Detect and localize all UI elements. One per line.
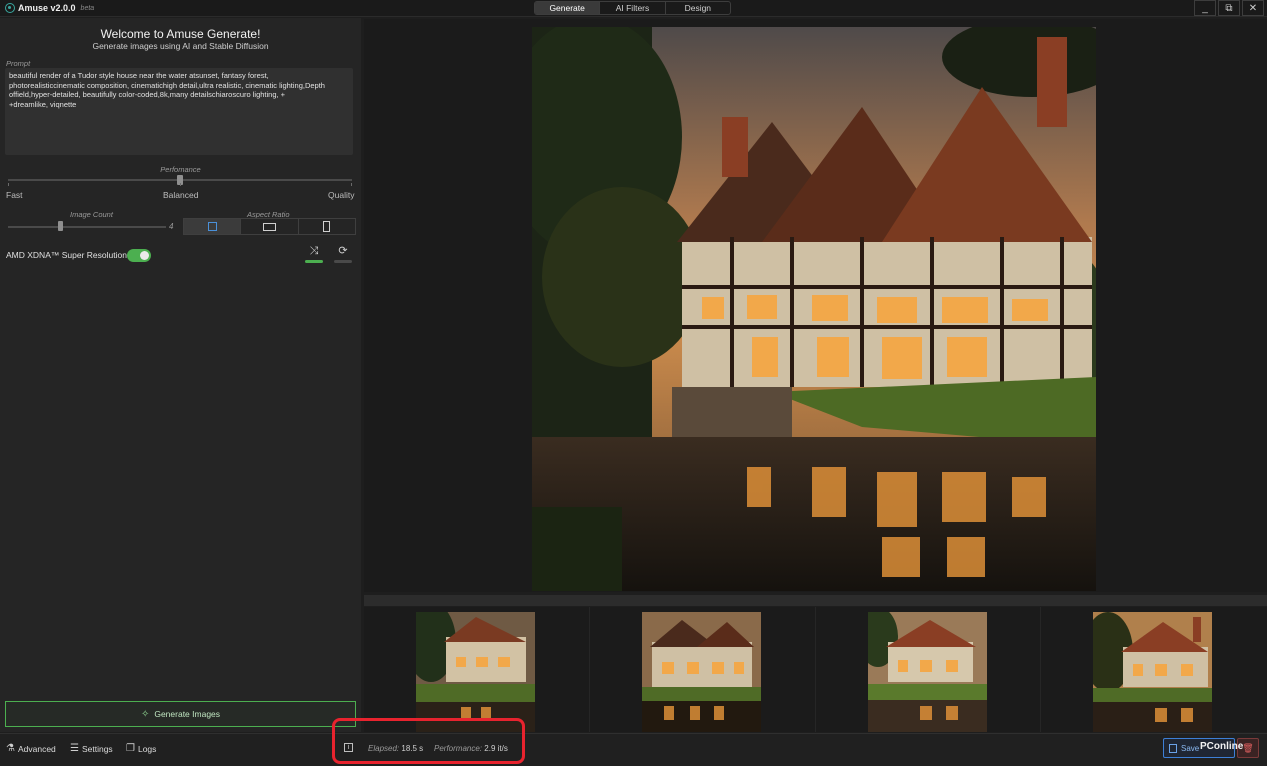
welcome-subtitle: Generate images using AI and Stable Diff… bbox=[92, 41, 269, 51]
prompt-input[interactable]: beautiful render of a Tudor style house … bbox=[5, 68, 353, 155]
logs-label: Logs bbox=[137, 743, 157, 754]
thumbnail-cell bbox=[590, 607, 816, 732]
save-icon bbox=[1169, 743, 1177, 753]
magic-wand-icon: ✧ bbox=[140, 708, 150, 720]
reset-seed-button[interactable]: ⟳ bbox=[333, 245, 353, 263]
restore-button[interactable]: ⧉ bbox=[1218, 0, 1240, 16]
app-name: Amuse v2.0.0 bbox=[18, 3, 76, 13]
aspect-square-button[interactable] bbox=[184, 219, 242, 234]
beta-badge: beta bbox=[80, 4, 95, 12]
thumbnail-image-3[interactable] bbox=[867, 612, 987, 732]
tudor-house-render bbox=[532, 27, 1096, 591]
advanced-button[interactable]: ⚗ Advanced bbox=[6, 743, 56, 754]
logs-icon: ❐ bbox=[126, 743, 135, 754]
generate-images-label: Generate Images bbox=[154, 709, 221, 719]
generate-settings-panel: Welcome to Amuse Generate! Generate imag… bbox=[0, 18, 361, 732]
thumbnail-render bbox=[641, 612, 761, 732]
preview-divider[interactable] bbox=[364, 595, 1267, 606]
landscape-icon bbox=[262, 222, 276, 231]
thumbnail-cell bbox=[816, 607, 1042, 732]
performance-tick-balanced: Balanced bbox=[163, 190, 199, 200]
prompt-line: beautiful render of a Tudor style house … bbox=[9, 71, 269, 80]
mode-tabs: Generate AI Filters Design bbox=[534, 1, 731, 15]
performance-label: Perfomance bbox=[160, 165, 201, 174]
aspect-ratio-selector bbox=[183, 218, 356, 235]
super-resolution-label: AMD XDNA™ Super Resolution bbox=[6, 250, 127, 260]
tab-generate[interactable]: Generate bbox=[535, 2, 601, 14]
shuffle-icon: ⤨ bbox=[309, 245, 319, 257]
title-bar: Amuse v2.0.0 beta Generate AI Filters De… bbox=[0, 0, 1267, 17]
tick-mark bbox=[8, 183, 9, 186]
thumbnail-cell bbox=[1041, 607, 1267, 732]
thumbnail-render bbox=[416, 612, 535, 732]
trash-icon: 🗑 bbox=[1242, 742, 1254, 753]
aspect-landscape-button[interactable] bbox=[241, 219, 299, 234]
prompt-line: +dreamlike, viqnette bbox=[9, 99, 77, 109]
app-title: Amuse v2.0.0 beta bbox=[5, 3, 94, 13]
image-preview-area bbox=[364, 19, 1267, 592]
thumbnail-strip bbox=[364, 607, 1267, 732]
inactive-indicator bbox=[334, 260, 352, 263]
toggle-knob bbox=[140, 251, 149, 260]
logs-button[interactable]: ❐ Logs bbox=[126, 743, 156, 754]
close-button[interactable]: ✕ bbox=[1242, 0, 1264, 16]
prompt-line: photorealisticcinematic composition, cin… bbox=[9, 80, 325, 90]
window-controls: _ ⧉ ✕ bbox=[1194, 0, 1264, 16]
square-icon bbox=[207, 222, 217, 231]
prompt-label: Prompt bbox=[6, 59, 31, 68]
save-label: Save bbox=[1181, 743, 1200, 753]
amuse-logo-icon bbox=[5, 3, 15, 13]
thumbnail-image-2[interactable] bbox=[641, 612, 761, 732]
thumbnail-image-1[interactable] bbox=[416, 612, 535, 732]
super-resolution-toggle[interactable] bbox=[127, 249, 151, 262]
portrait-icon bbox=[323, 221, 331, 232]
tab-design[interactable]: Design bbox=[666, 2, 730, 14]
prompt-line: offield,hyper-detailed, beautifully colo… bbox=[9, 90, 286, 99]
thumbnail-render bbox=[867, 612, 987, 732]
performance-tick-fast: Fast bbox=[6, 190, 23, 200]
thumbnail-render bbox=[1093, 612, 1213, 732]
advanced-icon: ⚗ bbox=[6, 743, 15, 754]
thumbnail-cell bbox=[364, 607, 590, 732]
minimize-button[interactable]: _ bbox=[1194, 0, 1216, 16]
tab-ai-filters[interactable]: AI Filters bbox=[600, 2, 666, 14]
random-seed-button[interactable]: ⤨ bbox=[304, 245, 324, 263]
aspect-portrait-button[interactable] bbox=[299, 219, 355, 234]
image-count-value: 4 bbox=[169, 222, 174, 231]
active-indicator bbox=[305, 260, 323, 263]
performance-tick-quality: Quality bbox=[328, 190, 355, 200]
settings-button[interactable]: ☰ Settings bbox=[70, 743, 113, 754]
thumbnail-image-4[interactable] bbox=[1093, 612, 1213, 732]
image-count-label: Image Count bbox=[70, 210, 113, 219]
tick-mark bbox=[351, 183, 352, 186]
generate-images-button[interactable]: ✧ Generate Images bbox=[5, 701, 356, 727]
tick-mark bbox=[180, 183, 181, 186]
settings-label: Settings bbox=[81, 743, 113, 754]
image-count-slider-track[interactable] bbox=[8, 226, 166, 228]
image-count-slider-thumb[interactable] bbox=[58, 221, 64, 231]
settings-icon: ☰ bbox=[70, 743, 79, 754]
refresh-icon: ⟳ bbox=[338, 245, 348, 257]
watermark: PConline bbox=[1200, 741, 1244, 752]
welcome-title: Welcome to Amuse Generate! bbox=[100, 27, 261, 41]
advanced-label: Advanced bbox=[17, 743, 56, 754]
generated-image[interactable] bbox=[532, 27, 1096, 591]
status-bar: ⚗ Advanced ☰ Settings ❐ Logs i Elapsed: … bbox=[0, 733, 1267, 766]
annotation-highlight bbox=[332, 718, 525, 764]
